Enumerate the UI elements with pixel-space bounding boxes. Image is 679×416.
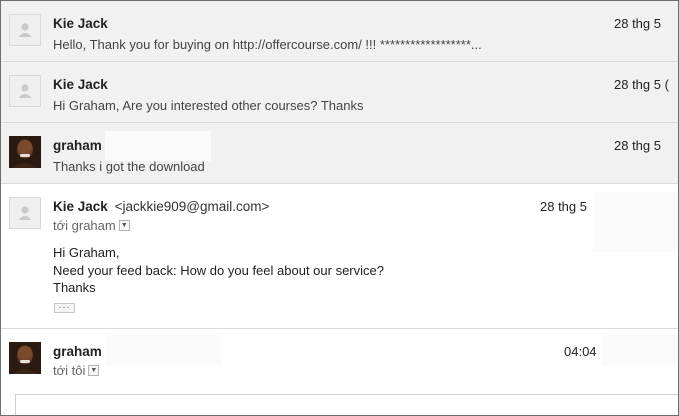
sender-name[interactable]: graham — [53, 344, 102, 359]
message-date: 28 thg 5 — [614, 138, 661, 153]
default-avatar-icon — [9, 75, 41, 107]
message-snippet: Hi Graham, Are you interested other cour… — [53, 98, 364, 113]
message-date: 28 thg 5 — [540, 199, 587, 214]
message-collapsed-1[interactable]: Kie Jack Hello, Thank you for buying on … — [1, 1, 678, 62]
body-line: Thanks — [53, 280, 96, 295]
chevron-down-icon[interactable]: ▼ — [88, 365, 100, 376]
sender-name: Kie Jack — [53, 77, 108, 92]
show-trimmed-content-button[interactable]: ··· — [54, 303, 75, 313]
sender-header[interactable]: Kie Jack <jackkie909@gmail.com> — [53, 199, 269, 214]
message-snippet: Hello, Thank you for buying on http://of… — [53, 37, 482, 52]
default-avatar-icon — [9, 197, 41, 229]
blurred-region — [601, 335, 678, 365]
conversation-thread: Kie Jack Hello, Thank you for buying on … — [0, 0, 679, 416]
blurred-region — [105, 335, 221, 365]
recipient-text: tới tôi — [53, 363, 86, 378]
message-body: Hi Graham, Need your feed back: How do y… — [53, 244, 384, 297]
chevron-down-icon[interactable]: ▼ — [118, 220, 130, 231]
message-date: 28 thg 5 — [614, 16, 661, 31]
message-snippet: Thanks i got the download — [53, 159, 205, 174]
default-avatar-icon — [9, 14, 41, 46]
sender-name: Kie Jack — [53, 16, 108, 31]
message-date: 28 thg 5 ( — [614, 77, 669, 92]
body-line: Need your feed back: How do you feel abo… — [53, 262, 384, 278]
message-expanded: Kie Jack <jackkie909@gmail.com> 28 thg 5… — [1, 184, 678, 329]
message-body-area — [15, 394, 678, 415]
body-line: Hi Graham, — [53, 245, 120, 260]
sender-name: graham — [53, 138, 102, 153]
message-collapsed-3[interactable]: graham Thanks i got the download 28 thg … — [1, 123, 678, 184]
recipient-line: tới tôi ▼ — [53, 363, 100, 378]
sender-name: Kie Jack — [53, 199, 108, 214]
profile-photo-avatar — [9, 136, 41, 168]
blurred-region — [105, 131, 211, 161]
message-time: 04:04 — [564, 344, 597, 359]
sender-email: <jackkie909@gmail.com> — [114, 199, 270, 214]
profile-photo-avatar — [9, 342, 41, 374]
recipient-line: tới graham ▼ — [53, 218, 130, 233]
recipient-text: tới graham — [53, 218, 116, 233]
message-collapsed-2[interactable]: Kie Jack Hi Graham, Are you interested o… — [1, 62, 678, 123]
blurred-region — [593, 192, 678, 252]
